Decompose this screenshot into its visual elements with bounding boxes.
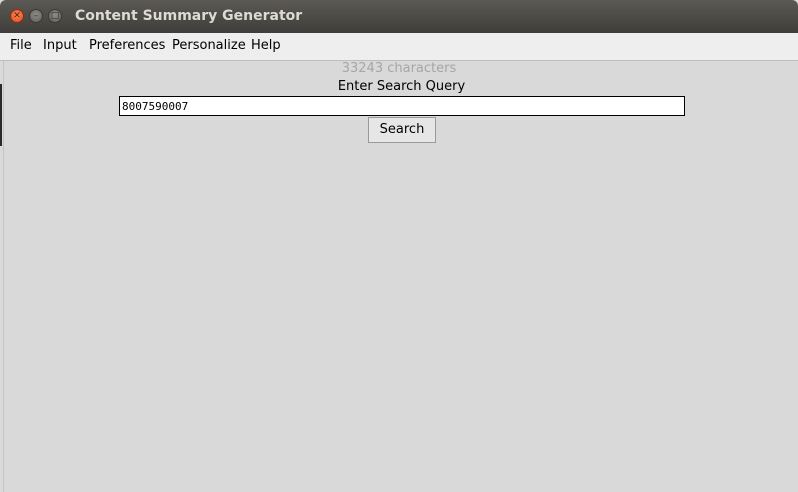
menu-personalize[interactable]: Personalize — [172, 38, 246, 53]
character-count-label: 33243 characters — [341, 61, 457, 76]
menu-file[interactable]: File — [10, 38, 32, 53]
search-input[interactable] — [119, 96, 685, 116]
menu-preferences[interactable]: Preferences — [89, 38, 165, 53]
menu-help[interactable]: Help — [251, 38, 281, 53]
menu-bar: File Input Preferences Personalize Help — [0, 33, 798, 61]
title-bar[interactable]: ✕ – □ Content Summary Generator — [0, 0, 798, 33]
menu-input[interactable]: Input — [43, 38, 77, 53]
close-icon[interactable]: ✕ — [10, 9, 24, 23]
search-prompt-label: Enter Search Query — [337, 79, 466, 94]
window-title: Content Summary Generator — [75, 8, 303, 24]
maximize-icon[interactable]: □ — [48, 9, 62, 23]
search-button[interactable]: Search — [368, 117, 436, 143]
minimize-icon[interactable]: – — [29, 9, 43, 23]
app-window: ✕ – □ Content Summary Generator File Inp… — [0, 0, 798, 492]
